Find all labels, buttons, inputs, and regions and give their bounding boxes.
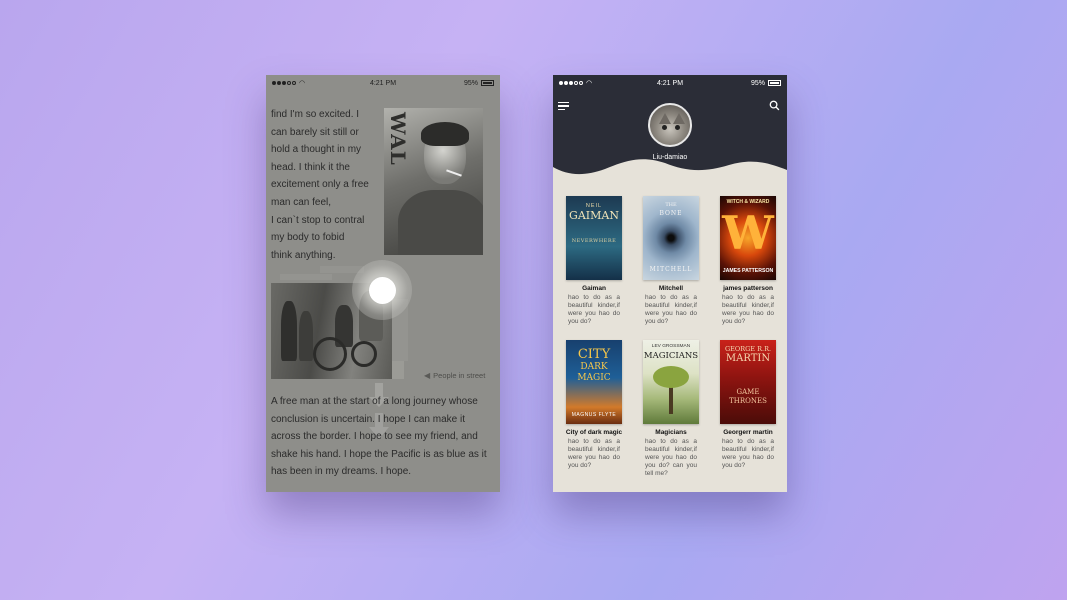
book-card[interactable]: WITCH & WIZARD W JAMES PATTERSON james p… — [713, 196, 783, 326]
text-line: excitement only a free — [271, 179, 369, 191]
book-description: hao to do as a beautiful kinder,if were … — [722, 438, 774, 469]
book-description: hao to do as a beautiful kinder,if were … — [568, 294, 620, 325]
book-description: hao to do as a beautiful kinder,if were … — [568, 438, 620, 469]
text-line: man can feel, — [271, 196, 332, 208]
book-title[interactable]: City of dark magic — [559, 429, 629, 436]
book-cover[interactable]: CITY DARK MAGIC MAGNUS FLYTE — [566, 340, 622, 424]
library-screen: ◠ 4:21 PM 95% Liu-damiao NEIL GAIMAN NEV… — [553, 75, 787, 492]
text-line: I can`t stop to contral — [271, 214, 365, 226]
text-line: find I'm so excited. I — [271, 109, 360, 120]
article-paragraph-2: A free man at the start of a long journe… — [271, 393, 491, 481]
status-time: 4:21 PM — [369, 79, 397, 87]
book-description: hao to do as a beautiful kinder,if were … — [645, 294, 697, 325]
reader-screen: ◠ 4:21 PM 95% find I'm so excited. I can… — [266, 75, 500, 492]
text-line: can barely sit still or — [271, 126, 359, 138]
text-line: head. I think it the — [271, 161, 350, 173]
status-bar: ◠ 4:21 PM 95% — [553, 75, 787, 91]
portrait-photo[interactable]: WAL — [384, 108, 483, 255]
book-title[interactable]: Gaiman — [559, 285, 629, 292]
book-card[interactable]: THE BONE MITCHELL Mitchell hao to do as … — [636, 196, 706, 326]
book-card[interactable]: LEV GROSSMAN MAGICIANS Magicians hao to … — [636, 340, 706, 478]
text-line: has been in my dreams. I hope. — [271, 466, 412, 477]
book-title[interactable]: Georgerr martin — [713, 429, 783, 436]
book-description: hao to do as a beautiful kinder,if were … — [645, 438, 697, 477]
book-cover[interactable]: THE BONE MITCHELL — [643, 196, 699, 280]
menu-icon[interactable] — [558, 102, 569, 110]
book-cover[interactable]: LEV GROSSMAN MAGICIANS — [643, 340, 699, 424]
username: Liu-damiao — [652, 154, 688, 161]
play-triangle-icon: ◀ — [424, 371, 431, 380]
touch-point — [369, 277, 396, 304]
book-cover[interactable]: GEORGE R.R. MARTIN GAME THRONES — [720, 340, 776, 424]
status-time: 4:21 PM — [656, 79, 684, 87]
book-title[interactable]: Mitchell — [636, 285, 706, 292]
book-card[interactable]: CITY DARK MAGIC MAGNUS FLYTE City of dar… — [559, 340, 629, 470]
book-card[interactable]: NEIL GAIMAN NEVERWHERE Gaiman hao to do … — [559, 196, 629, 326]
book-cover[interactable]: NEIL GAIMAN NEVERWHERE — [566, 196, 622, 280]
text-line: conclusion is uncertain. I hope I can ma… — [271, 413, 465, 425]
book-title[interactable]: Magicians — [636, 429, 706, 436]
battery-icon — [481, 80, 494, 86]
book-cover[interactable]: WITCH & WIZARD W JAMES PATTERSON — [720, 196, 776, 280]
caption-text: People in street — [433, 371, 486, 380]
article-paragraph-1: find I'm so excited. I can barely sit st… — [271, 106, 381, 264]
status-bar: ◠ 4:21 PM 95% — [266, 75, 500, 91]
search-icon[interactable] — [769, 100, 780, 111]
text-line: think anything. — [271, 249, 336, 261]
photo-lettering: WAL — [386, 112, 410, 166]
avatar[interactable] — [648, 103, 692, 147]
battery-icon — [768, 80, 781, 86]
photo-caption: ◀ People in street — [424, 371, 485, 380]
text-line: A free man at the start of a long journe… — [271, 396, 478, 407]
book-title[interactable]: james patterson — [713, 285, 783, 292]
text-line: across the border. I hope to see my frie… — [271, 431, 478, 442]
book-description: hao to do as a beautiful kinder,if were … — [722, 294, 774, 325]
text-line: my body to fobid — [271, 232, 345, 244]
book-card[interactable]: GEORGE R.R. MARTIN GAME THRONES Georgerr… — [713, 340, 783, 470]
text-line: hold a thought in my — [271, 144, 362, 156]
text-line: shake his hand. I hope the Pacific is as… — [271, 448, 487, 460]
